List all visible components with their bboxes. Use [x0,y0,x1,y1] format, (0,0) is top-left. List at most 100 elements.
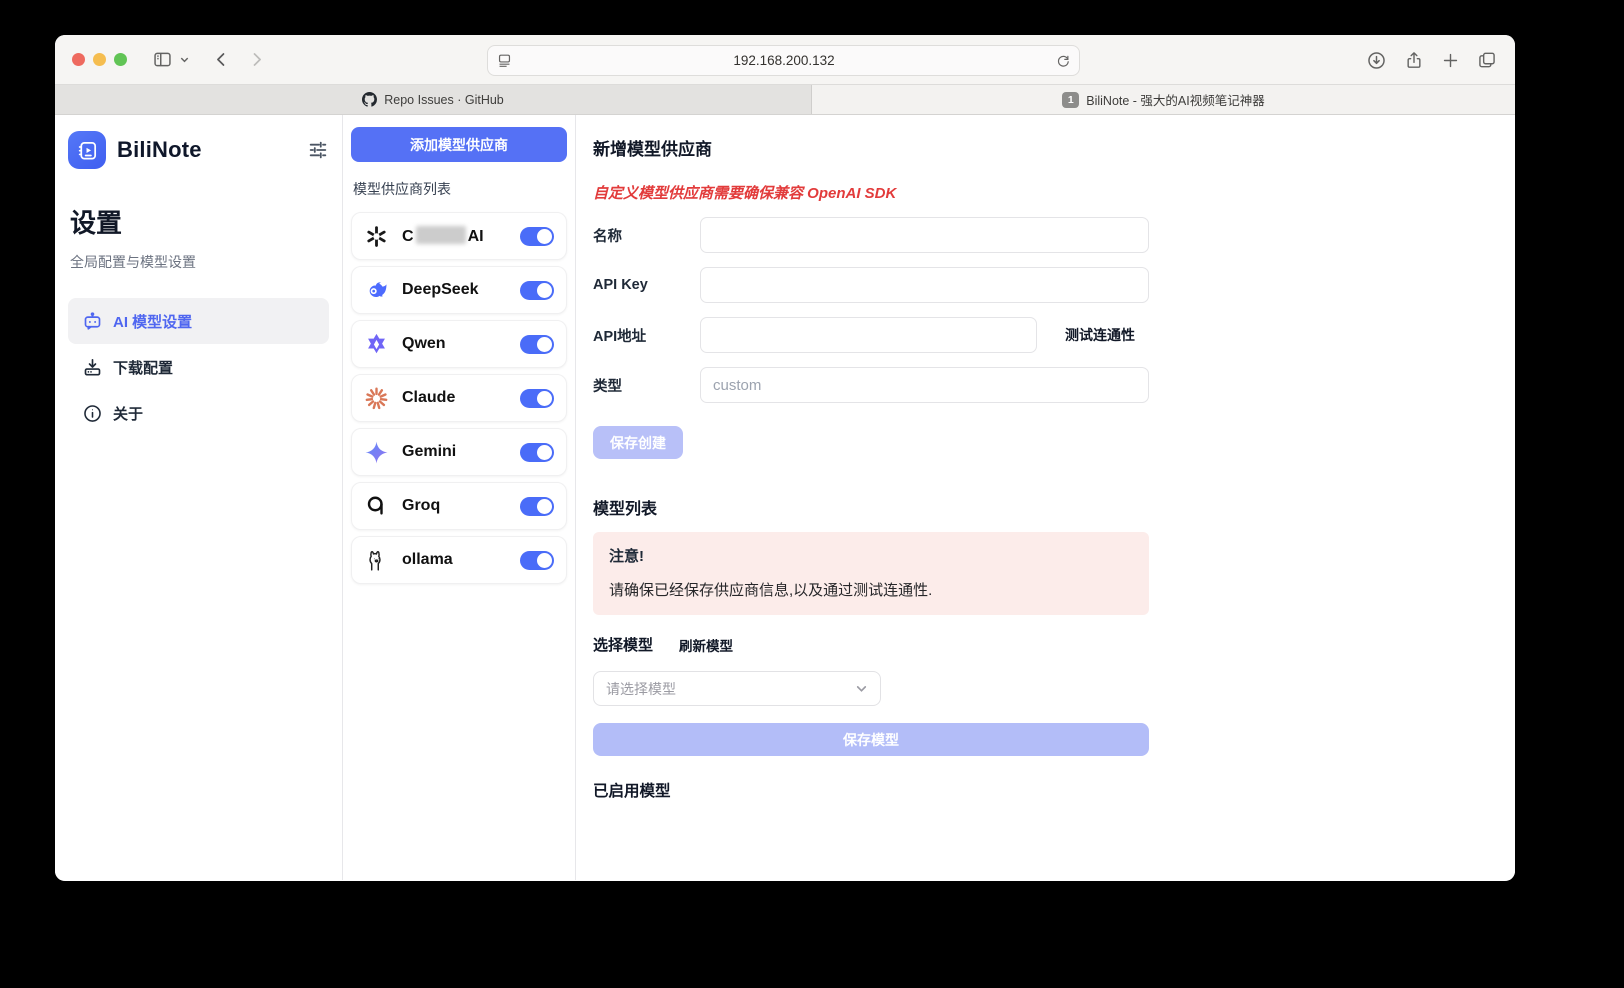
provider-toggle[interactable] [520,335,554,354]
sidebar-item-label: AI 模型设置 [113,311,192,332]
field-label: API Key [593,277,700,293]
qwen-icon [364,332,389,357]
tab-overview-button[interactable] [1477,50,1497,70]
model-select-header: 选择模型 刷新模型 [593,634,1149,655]
tab-bar: Repo Issues · GitHub 1 BiliNote - 强大的AI视… [55,85,1515,115]
provider-toggle[interactable] [520,227,554,246]
back-button[interactable] [212,50,231,69]
settings-menu: AI 模型设置下载配置关于 [68,298,329,436]
github-icon [362,92,377,107]
page-subtitle: 全局配置与模型设置 [70,252,329,272]
provider-name: DeepSeek [402,281,520,299]
toolbar-actions [1366,35,1497,85]
share-button[interactable] [1404,50,1424,71]
browser-window: 192.168.200.132 Repo Issues · GitHub [55,35,1515,881]
download-tray-icon [82,357,103,378]
bot-icon [82,311,103,332]
model-select-dropdown[interactable]: 请选择模型 [593,671,881,706]
form-row-api-url: API地址 测试连通性 [593,317,1149,353]
brand-name: BiliNote [117,137,202,163]
provider-toggle[interactable] [520,281,554,300]
api-key-field[interactable] [700,267,1149,303]
api-url-field[interactable] [700,317,1037,353]
close-window-button[interactable] [72,53,85,66]
chevron-right-icon [247,50,266,69]
enabled-models-title: 已启用模型 [593,779,1149,801]
refresh-icon[interactable] [1055,53,1071,69]
provider-panel: 添加模型供应商 模型供应商列表 CAIDeepSeekQwenClaudeGem… [343,115,576,880]
sidebar-icon [152,49,173,70]
test-connectivity-link[interactable]: 测试连通性 [1065,325,1135,345]
chevron-down-icon [179,54,190,65]
model-list-title: 模型列表 [593,495,1149,519]
window-controls [72,53,127,66]
brand-header: BiliNote [68,131,329,169]
notice-body: 请确保已经保存供应商信息,以及通过测试连通性. [609,579,1133,600]
provider-row-qwen: Qwen [351,320,567,368]
address-bar[interactable]: 192.168.200.132 [487,45,1080,76]
zoom-window-button[interactable] [114,53,127,66]
provider-name: CAI [402,226,520,246]
tab-label: Repo Issues · GitHub [384,93,504,107]
provider-name: ollama [402,551,520,569]
notice-box: 注意! 请确保已经保存供应商信息,以及通过测试连通性. [593,532,1149,615]
tab-count-badge: 1 [1062,92,1079,108]
openai-icon [364,224,389,249]
claude-icon [364,386,389,411]
type-field[interactable] [700,367,1149,403]
page-title: 设置 [70,203,329,240]
save-model-button[interactable]: 保存模型 [593,723,1149,756]
browser-toolbar: 192.168.200.132 [55,35,1515,85]
preferences-sliders-icon[interactable] [307,139,329,161]
url-text: 192.168.200.132 [513,53,1055,68]
provider-toggle[interactable] [520,497,554,516]
settings-sidebar: BiliNote 设置 全局配置与模型设置 AI 模型设置下载配置关于 [55,115,343,880]
sidebar-item-0[interactable]: AI 模型设置 [68,298,329,344]
sidebar-item-1[interactable]: 下载配置 [68,344,329,390]
gemini-icon [364,440,389,465]
provider-list-title: 模型供应商列表 [353,179,567,199]
form-row-name: 名称 [593,217,1149,253]
new-tab-button[interactable] [1441,51,1460,70]
tab-label: BiliNote - 强大的AI视频笔记神器 [1086,90,1265,109]
deepseek-icon [364,278,389,303]
provider-toggle[interactable] [520,551,554,570]
groq-icon [364,494,389,519]
field-label: 名称 [593,225,700,246]
provider-row-openai: CAI [351,212,567,260]
reader-icon[interactable] [496,52,513,69]
save-create-button[interactable]: 保存创建 [593,426,683,459]
provider-row-ollama: ollama [351,536,567,584]
field-label: API地址 [593,325,700,346]
info-icon [82,403,103,424]
downloads-button[interactable] [1366,50,1387,71]
download-icon [1366,50,1387,71]
provider-toggle[interactable] [520,389,554,408]
provider-row-claude: Claude [351,374,567,422]
sdk-warning-text: 自定义模型供应商需要确保兼容 OpenAI SDK [593,182,1149,203]
ollama-icon [364,548,389,573]
chevron-down-icon [855,682,868,695]
form-title: 新增模型供应商 [593,135,1149,160]
refresh-models-button[interactable]: 刷新模型 [679,635,733,655]
provider-row-deepseek: DeepSeek [351,266,567,314]
select-model-label: 选择模型 [593,634,653,655]
provider-row-groq: Groq [351,482,567,530]
sidebar-menu-chevron[interactable] [179,54,190,65]
provider-name: Qwen [402,335,520,353]
forward-button[interactable] [247,50,266,69]
provider-name: Claude [402,389,520,407]
provider-toggle[interactable] [520,443,554,462]
tab-overview-icon [1477,50,1497,70]
share-icon [1404,50,1424,71]
add-provider-button[interactable]: 添加模型供应商 [351,127,567,162]
sidebar-toggle-button[interactable] [152,49,173,70]
provider-name: Groq [402,497,520,515]
name-field[interactable] [700,217,1149,253]
sidebar-item-2[interactable]: 关于 [68,390,329,436]
notice-title: 注意! [609,545,1133,566]
tab-github[interactable]: Repo Issues · GitHub [55,85,812,114]
tab-bilinote[interactable]: 1 BiliNote - 强大的AI视频笔记神器 [812,85,1515,114]
minimize-window-button[interactable] [93,53,106,66]
provider-list: CAIDeepSeekQwenClaudeGeminiGroqollama [351,212,567,584]
